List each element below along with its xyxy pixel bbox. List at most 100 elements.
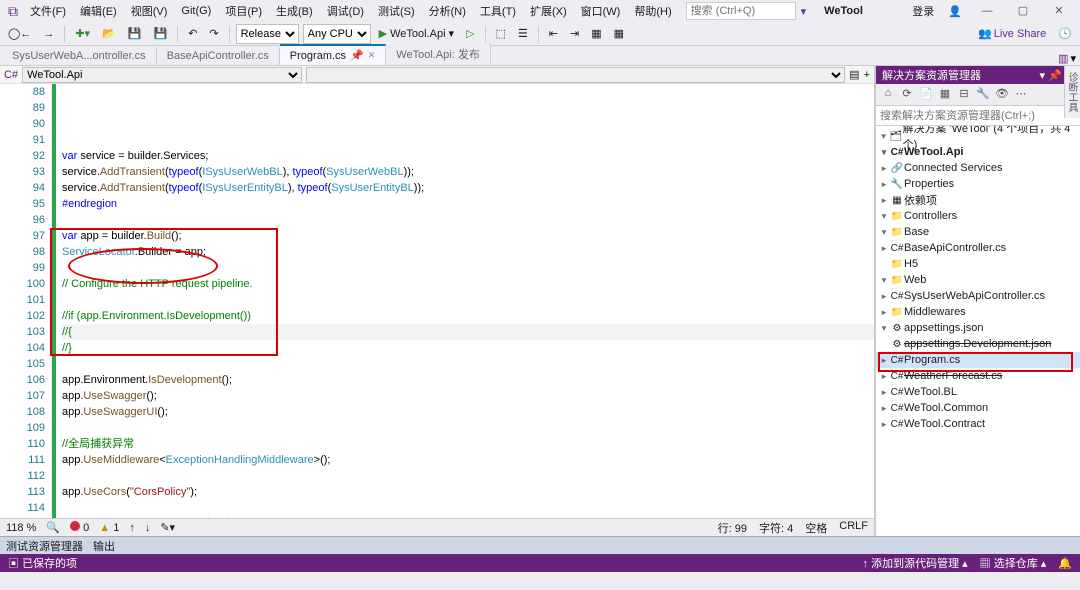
sync-icon[interactable]: 📄 <box>918 87 934 103</box>
code-line[interactable]: app.UseSwaggerUI(); <box>62 404 874 420</box>
solution-search-input[interactable] <box>876 106 1080 125</box>
config-select[interactable]: Release <box>236 24 299 44</box>
user-icon[interactable]: 👤 <box>942 3 968 20</box>
scope-select[interactable]: WeTool.Api <box>22 67 302 83</box>
code-line[interactable] <box>62 260 874 276</box>
menu-file[interactable]: 文件(F) <box>24 1 72 21</box>
code-line[interactable]: service.AddTransient(typeof(ISysUserWebB… <box>62 164 874 180</box>
zoom-level[interactable]: 118 % <box>6 522 36 534</box>
add-source-control[interactable]: ↑ 添加到源代码管理 ▴ <box>863 555 968 571</box>
tool-output[interactable]: 输出 <box>93 538 115 554</box>
tree-node[interactable]: 📁H5 <box>876 256 1080 272</box>
code-line[interactable] <box>62 356 874 372</box>
tree-node[interactable]: ▾📁Base <box>876 224 1080 240</box>
code-line[interactable]: //全局捕获异常 <box>62 436 874 452</box>
add-editor-icon[interactable]: + <box>864 69 870 81</box>
member-select[interactable] <box>306 67 845 83</box>
indent-out-icon[interactable]: ⇤ <box>545 25 562 42</box>
tree-node[interactable]: ▸📁Middlewares <box>876 304 1080 320</box>
code-line[interactable]: app.UseSwagger(); <box>62 388 874 404</box>
crlf-indicator[interactable]: CRLF <box>839 520 868 536</box>
zoom-icon[interactable]: 🔍 <box>46 521 60 534</box>
notify-icon[interactable]: 🕓 <box>1054 25 1076 42</box>
window-close-icon[interactable]: ✕ <box>1042 0 1076 22</box>
platform-select[interactable]: Any CPU <box>303 24 371 44</box>
notify-bell-icon[interactable]: 🔔 <box>1058 557 1072 570</box>
run-without-debug-icon[interactable]: ▷ <box>462 25 478 42</box>
code-line[interactable]: app.UseAuthentication();//在前 鉴权 <box>62 516 874 518</box>
pin-panel-icon[interactable]: ▾ 📌 <box>1039 70 1061 82</box>
tab-publish[interactable]: WeTool.Api: 发布 <box>386 43 491 65</box>
open-icon[interactable]: 📂 <box>98 25 120 42</box>
pin-icon[interactable]: 📌 <box>350 49 364 62</box>
tree-node[interactable]: ▸C#SysUserWebApiController.cs <box>876 288 1080 304</box>
expand-icon[interactable]: ▸ <box>878 355 890 366</box>
expand-icon[interactable]: ▾ <box>878 323 890 334</box>
tree-node[interactable]: ▸C#WeatherForecast.cs <box>876 368 1080 384</box>
solution-tree[interactable]: ▾🗂解决方案 'WeTool' (4 个项目，共 4 个) ▾C#WeTool.… <box>876 126 1080 536</box>
search-dropdown-icon[interactable]: ▾ <box>801 5 807 18</box>
login-link[interactable]: 登录 <box>906 1 940 21</box>
code-line[interactable]: app.UseCors("CorsPolicy"); <box>62 484 874 500</box>
expand-icon[interactable]: ▸ <box>878 243 890 254</box>
menu-edit[interactable]: 编辑(E) <box>74 1 123 21</box>
expand-icon[interactable]: ▸ <box>878 307 890 318</box>
collapse-icon[interactable]: ⊟ <box>956 87 972 103</box>
col-indicator[interactable]: 字符: 4 <box>759 520 793 536</box>
code-line[interactable]: //} <box>62 340 874 356</box>
tab-program[interactable]: Program.cs📌✕ <box>280 44 387 65</box>
tab-dropdown-icon[interactable]: ▾ <box>1070 52 1076 65</box>
expand-icon[interactable]: ▸ <box>878 371 890 382</box>
menu-extensions[interactable]: 扩展(X) <box>524 1 573 21</box>
code-line[interactable]: app.Environment.IsDevelopment(); <box>62 372 874 388</box>
menu-debug[interactable]: 调试(D) <box>321 1 370 21</box>
window-minimize-icon[interactable]: — <box>970 0 1004 22</box>
code-area[interactable]: var service = builder.Services;service.A… <box>56 84 874 518</box>
run-button[interactable]: ▶WeTool.Api▾ <box>375 25 458 42</box>
show-all-icon[interactable]: ▦ <box>937 87 953 103</box>
expand-icon[interactable]: ▸ <box>878 419 890 430</box>
more-icon[interactable]: ⋯ <box>1013 87 1029 103</box>
tree-node[interactable]: ▸🔗Connected Services <box>876 160 1080 176</box>
code-line[interactable]: app.UseMiddleware<ExceptionHandlingMiddl… <box>62 452 874 468</box>
code-line[interactable]: // Configure the HTTP request pipeline. <box>62 276 874 292</box>
menu-test[interactable]: 测试(S) <box>372 1 421 21</box>
tree-node[interactable]: ▸C#WeTool.Common <box>876 400 1080 416</box>
window-split-icon[interactable]: ▥ <box>1058 52 1068 65</box>
code-line[interactable] <box>62 212 874 228</box>
tree-node[interactable]: ⚙appsettings.Development.json <box>876 336 1080 352</box>
indent-in-icon[interactable]: ⇥ <box>566 25 583 42</box>
tree-node[interactable]: ▾📁Controllers <box>876 208 1080 224</box>
redo-icon[interactable]: ↷ <box>205 25 222 42</box>
code-line[interactable]: #endregion <box>62 196 874 212</box>
history-icon[interactable]: ⟳ <box>899 87 915 103</box>
tab-baseapi[interactable]: BaseApiController.cs <box>157 47 280 65</box>
right-vertical-tab[interactable]: 诊断工具 <box>1064 66 1080 118</box>
spaces-indicator[interactable]: 空格 <box>805 520 827 536</box>
expand-icon[interactable]: ▸ <box>878 195 890 206</box>
warning-count[interactable]: ▲ 1 <box>99 522 119 534</box>
code-line[interactable]: //if (app.Environment.IsDevelopment()) <box>62 308 874 324</box>
tree-node[interactable]: ▸C#WeTool.Contract <box>876 416 1080 432</box>
expand-icon[interactable]: ▾ <box>878 275 890 286</box>
tree-node[interactable]: ▸C#Program.cs <box>876 352 1080 368</box>
code-line[interactable]: //{ <box>62 324 874 340</box>
misc-icon-2[interactable]: ☰ <box>514 25 532 42</box>
liveshare-button[interactable]: 👥 Live Share <box>974 25 1050 42</box>
expand-icon[interactable]: ▸ <box>878 291 890 302</box>
global-search-input[interactable] <box>686 2 796 20</box>
tool-test-explorer[interactable]: 测试资源管理器 <box>6 538 83 554</box>
save-icon[interactable]: 💾 <box>124 25 146 42</box>
forward-button[interactable]: → <box>39 26 58 42</box>
menu-window[interactable]: 窗口(W) <box>575 1 627 21</box>
code-line[interactable]: var service = builder.Services; <box>62 148 874 164</box>
error-count[interactable]: 0 <box>70 521 89 534</box>
expand-icon[interactable]: ▾ <box>878 211 890 222</box>
menu-git[interactable]: Git(G) <box>175 3 217 19</box>
expand-icon[interactable]: ▸ <box>878 163 890 174</box>
close-tab-icon[interactable]: ✕ <box>368 50 376 61</box>
properties-icon[interactable]: 🔧 <box>975 87 991 103</box>
code-line[interactable] <box>62 468 874 484</box>
select-repo[interactable]: ▦ 选择仓库 ▴ <box>980 555 1047 571</box>
code-line[interactable] <box>62 420 874 436</box>
